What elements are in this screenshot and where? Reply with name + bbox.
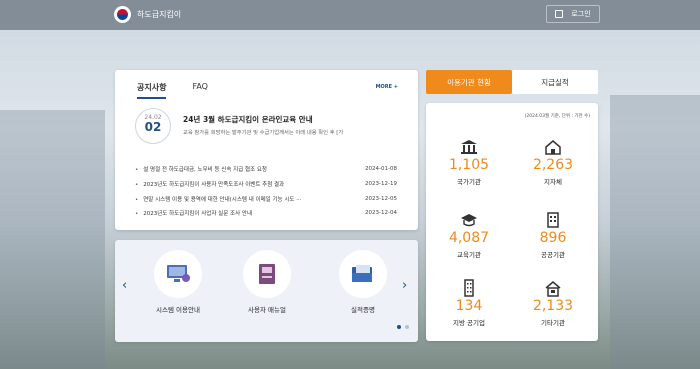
tab-payment-results[interactable]: 지급실적: [512, 70, 598, 94]
notice-tabs: 공지사항 FAQ: [137, 82, 208, 99]
pagination-dot[interactable]: [397, 325, 401, 329]
login-button[interactable]: 로그인: [546, 5, 600, 23]
tab-faq[interactable]: FAQ: [192, 82, 208, 99]
stat-national-agencies: 1,105 국가기관: [434, 137, 504, 186]
stat-value: 4,087: [448, 230, 490, 246]
quick-item-label: 시스템 이용안내: [156, 306, 200, 314]
pagination-dot[interactable]: [405, 325, 409, 329]
office-building-icon: [518, 210, 588, 230]
list-item[interactable]: 설 명절 전 하도급대금, 노무비 등 신속 지급 협조 요청2024-01-0…: [135, 162, 397, 177]
quick-menu-carousel: ‹ 시스템 이용안내 사용자 매뉴얼 실적증명 ›: [115, 240, 418, 342]
background-building: [0, 110, 105, 369]
featured-date-badge: 24.02 02: [135, 108, 171, 144]
graduation-cap-icon: [434, 210, 504, 230]
agency-stats-panel: (2024.03월 기준, 단위 : 기관 수) 1,105 국가기관 2,26…: [426, 103, 598, 341]
list-item[interactable]: 2023년도 하도급지킴이 사용자 만족도조사 이벤트 추첨 결과2023-12…: [135, 177, 397, 192]
chevron-left-icon[interactable]: ‹: [122, 278, 127, 293]
site-logo[interactable]: 하도급지킴이: [114, 6, 181, 23]
quick-item-certificate[interactable]: 실적증명: [333, 250, 393, 314]
stat-value: 134: [455, 298, 483, 314]
top-navigation-bar: 하도급지킴이 로그인: [0, 0, 700, 30]
certificate-folder-icon: [339, 250, 387, 298]
list-item[interactable]: 연말 시스템 이용 및 용역에 대한 안내(시스템 내 이메일 기능 시도 ··…: [135, 191, 397, 206]
stat-value: 2,133: [532, 298, 574, 314]
stat-label: 교육기관: [457, 251, 481, 259]
notice-panel: 공지사항 FAQ MORE + 24.02 02 24년 3월 하도급지킴이 온…: [115, 70, 418, 230]
monitor-gear-icon: [154, 250, 202, 298]
featured-notice[interactable]: 24.02 02 24년 3월 하도급지킴이 온라인교육 안내 교육 참가를 희…: [135, 108, 405, 154]
stat-label: 기타기관: [541, 319, 565, 327]
manual-book-icon: [243, 250, 291, 298]
stat-label: 지자체: [544, 178, 562, 186]
home-building-icon: [518, 278, 588, 298]
quick-item-label: 실적증명: [351, 306, 375, 314]
quick-item-system-guide[interactable]: 시스템 이용안내: [148, 250, 208, 314]
stats-note: (2024.03월 기준, 단위 : 기관 수): [524, 114, 590, 119]
stat-public-agencies: 896 공공기관: [518, 210, 588, 259]
house-icon: [518, 137, 588, 157]
government-building-icon: [434, 137, 504, 157]
carousel-pagination: [397, 325, 409, 329]
stat-value: 896: [539, 230, 567, 246]
stat-value: 2,263: [532, 157, 574, 173]
government-emblem-icon: [114, 6, 131, 23]
stat-label: 지방 공기업: [453, 319, 485, 327]
site-name: 하도급지킴이: [137, 10, 182, 19]
chevron-right-icon[interactable]: ›: [402, 278, 407, 293]
lock-icon: [555, 10, 564, 18]
notice-list: 설 명절 전 하도급대금, 노무비 등 신속 지급 협조 요청2024-01-0…: [135, 162, 397, 221]
stat-label: 국가기관: [457, 178, 481, 186]
login-label: 로그인: [571, 10, 591, 18]
stat-label: 공공기관: [541, 251, 565, 259]
stat-local-governments: 2,263 지자체: [518, 137, 588, 186]
featured-day: 02: [144, 120, 162, 134]
featured-title: 24년 3월 하도급지킴이 온라인교육 안내: [183, 115, 313, 124]
tab-notice[interactable]: 공지사항: [137, 82, 167, 99]
quick-item-user-manual[interactable]: 사용자 매뉴얼: [237, 250, 297, 314]
stat-education-agencies: 4,087 교육기관: [434, 210, 504, 259]
tab-agency-status[interactable]: 이용기관 현황: [426, 70, 512, 94]
stat-other-agencies: 2,133 기타기관: [518, 278, 588, 327]
tower-building-icon: [434, 278, 504, 298]
featured-description: 교육 참가를 희망하는 발주기관 및 수급기업께서는 아래 내용 확인 후 [가: [183, 130, 344, 136]
stat-value: 1,105: [448, 157, 490, 173]
quick-item-label: 사용자 매뉴얼: [248, 306, 286, 314]
list-item[interactable]: 2023년도 하도급지킴이 사업자 실문 조사 안내2023-12-04: [135, 206, 397, 221]
more-link[interactable]: MORE +: [376, 84, 398, 90]
background-building: [610, 95, 700, 369]
stat-local-public-enterprises: 134 지방 공기업: [434, 278, 504, 327]
